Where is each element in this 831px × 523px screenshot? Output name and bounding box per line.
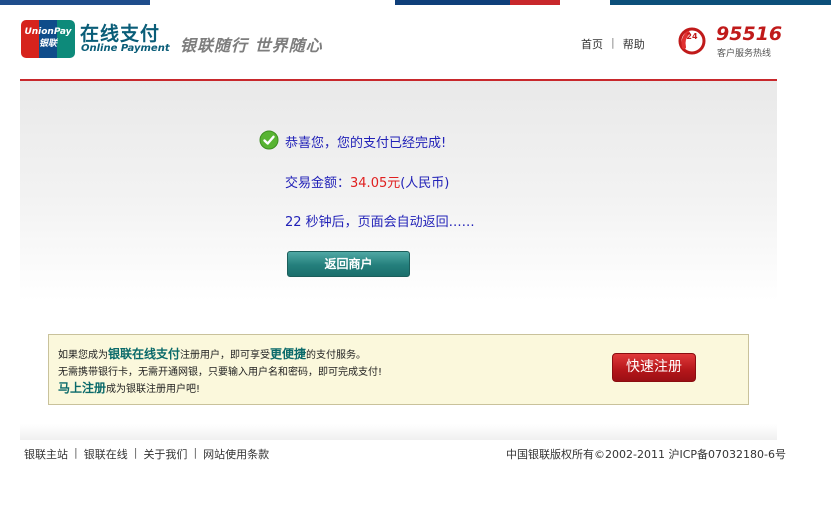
unionpay-logo-text: UnionPay 银联 <box>24 27 72 49</box>
slogan: 银联随行 世界随心 <box>180 36 323 55</box>
promo-highlight: 银联在线支付 <box>108 347 181 361</box>
countdown-line: 22 秒钟后，页面会自动返回…… <box>285 211 475 230</box>
promo-line-3: 马上注册成为银联注册用户吧! <box>58 379 200 396</box>
amount-value: 34.05元 <box>350 176 401 191</box>
nav-home-link[interactable]: 首页 <box>581 36 603 52</box>
return-to-merchant-button[interactable]: 返回商户 <box>287 251 410 277</box>
footer-link-unionpay-online[interactable]: 银联在线 <box>84 446 128 462</box>
copyright-text: 中国银联版权所有©2002-2011 沪ICP备07032180-6号 <box>506 448 786 461</box>
phone-24h-icon: 24 <box>678 27 706 55</box>
footer-link-unionpay-main[interactable]: 银联主站 <box>24 446 68 462</box>
nav-help-link[interactable]: 帮助 <box>623 36 645 52</box>
amount-currency: (人民币) <box>400 176 450 191</box>
amount-line: 交易金额：34.05元(人民币) <box>285 172 449 191</box>
phone-24h-label: 24 <box>686 32 698 41</box>
promo-text: 的支付服务。 <box>306 350 367 361</box>
promo-text: 如果您成为 <box>58 350 108 361</box>
success-message: 恭喜您，您的支付已经完成! <box>285 136 447 151</box>
logo-subtitle: Online Payment <box>81 43 170 54</box>
footer-links: 银联主站 | 银联在线 | 关于我们 | 网站使用条款 <box>24 446 269 462</box>
nav-separator: | <box>611 36 615 49</box>
hotline-number: 95516 <box>716 23 783 45</box>
amount-label: 交易金额： <box>285 176 351 191</box>
countdown-text: 秒钟后，页面会自动返回…… <box>301 215 475 230</box>
top-nav: 首页 | 帮助 <box>581 36 645 52</box>
footer-separator: | <box>74 446 78 459</box>
promo-text: 注册用户，即可享受 <box>180 350 271 361</box>
footer-link-terms[interactable]: 网站使用条款 <box>203 446 269 462</box>
register-promo-box: 如果您成为银联在线支付注册用户，即可享受更便捷的支付服务。 无需携带银行卡，无需… <box>48 334 749 405</box>
promo-text: 成为银联注册用户吧! <box>106 384 201 395</box>
register-now-link[interactable]: 马上注册 <box>58 381 106 395</box>
footer-divider <box>20 424 777 440</box>
logo-title: 在线支付 <box>80 23 161 45</box>
footer-link-about-us[interactable]: 关于我们 <box>143 446 187 462</box>
footer-separator: | <box>133 446 138 459</box>
unionpay-logo-badge: UnionPay 银联 <box>21 20 75 58</box>
promo-line-2: 无需携带银行卡，无需开通网银，只要输入用户名和密码，即可完成支付! <box>58 367 383 378</box>
promo-highlight: 更便捷 <box>270 347 307 361</box>
page-header: UnionPay 银联 在线支付 Online Payment 银联随行 世界随… <box>0 5 831 75</box>
promo-line-1: 如果您成为银联在线支付注册用户，即可享受更便捷的支付服务。 <box>58 345 366 362</box>
footer-separator: | <box>193 446 198 459</box>
quick-register-button[interactable]: 快速注册 <box>612 353 696 382</box>
hotline-label: 客户服务热线 <box>717 49 772 59</box>
countdown-seconds: 22 <box>285 215 302 230</box>
check-circle-icon <box>259 130 279 150</box>
